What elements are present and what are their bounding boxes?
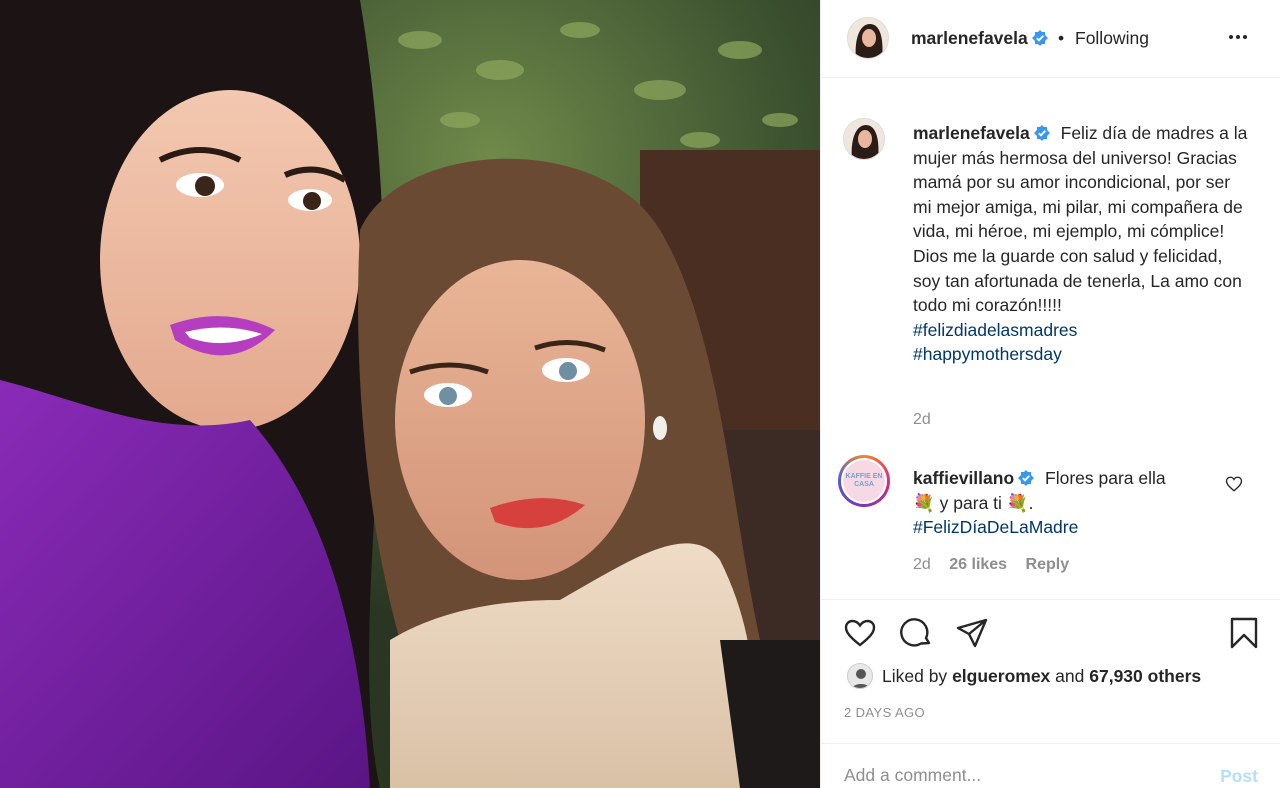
heart-icon[interactable] bbox=[843, 616, 877, 650]
author-avatar[interactable] bbox=[847, 17, 889, 59]
comment-icon[interactable] bbox=[899, 616, 933, 650]
comments-list: marlenefavela Feliz día de madres a la m… bbox=[821, 79, 1280, 599]
more-options-icon[interactable] bbox=[1227, 26, 1255, 48]
comment-like-heart-icon[interactable] bbox=[1225, 475, 1243, 493]
author-username-text[interactable]: marlenefavela bbox=[911, 28, 1028, 48]
comment-likes-count[interactable]: 26 likes bbox=[949, 556, 1007, 573]
likes-and: and bbox=[1055, 666, 1085, 686]
liker-username[interactable]: elgueromex bbox=[952, 666, 1050, 686]
following-button[interactable]: Following bbox=[1075, 28, 1149, 49]
commenter-username-text[interactable]: kaffievillano bbox=[913, 468, 1014, 488]
comment-text-part: Flores para ella bbox=[1045, 468, 1166, 488]
share-icon[interactable] bbox=[955, 616, 989, 650]
likes-prefix: Liked by bbox=[882, 666, 948, 686]
caption-text-block: marlenefavela Feliz día de madres a la m… bbox=[913, 121, 1253, 367]
bouquet-emoji-icon: 💐 bbox=[1006, 492, 1029, 513]
hashtag-link[interactable]: #FelizDíaDeLaMadre bbox=[913, 515, 1253, 540]
likes-others-count[interactable]: 67,930 others bbox=[1089, 666, 1201, 686]
bookmark-icon[interactable] bbox=[1227, 616, 1261, 650]
comment-reply-button[interactable]: Reply bbox=[1026, 556, 1070, 573]
comment-meta: 2d 26 likes Reply bbox=[913, 556, 1069, 574]
post-comment-button[interactable]: Post bbox=[1220, 766, 1258, 787]
caption-username[interactable]: marlenefavela bbox=[913, 123, 1050, 143]
likes-summary: Liked by elgueromex and 67,930 others bbox=[882, 666, 1201, 687]
author-username[interactable]: marlenefavela bbox=[911, 28, 1048, 49]
verified-badge-icon bbox=[1031, 30, 1048, 46]
post-header: marlenefavela • Following bbox=[821, 0, 1280, 78]
post-timestamp[interactable]: 2 DAYS AGO bbox=[844, 705, 925, 720]
commenter-avatar-text: KAFFIE EN CASA bbox=[843, 460, 885, 502]
caption-username-text[interactable]: marlenefavela bbox=[913, 123, 1030, 143]
commenter-avatar[interactable]: KAFFIE EN CASA bbox=[838, 455, 890, 507]
comment-text-block: kaffievillano Flores para ella 💐 y para … bbox=[913, 466, 1253, 540]
comment-time[interactable]: 2d bbox=[913, 556, 931, 573]
follow-separator: • bbox=[1058, 28, 1065, 48]
hashtag-link[interactable]: #felizdiadelasmadres bbox=[913, 318, 1253, 343]
post-photo-illustration bbox=[0, 0, 820, 788]
hashtag-link[interactable]: #happymothersday bbox=[913, 342, 1253, 367]
bouquet-emoji-icon: 💐 bbox=[913, 492, 935, 513]
post-photo[interactable] bbox=[0, 0, 820, 788]
caption-text: Feliz día de madres a la mujer más hermo… bbox=[913, 123, 1248, 316]
caption-author-avatar[interactable] bbox=[843, 118, 885, 160]
verified-badge-icon bbox=[1018, 470, 1035, 486]
add-comment-bar: Post bbox=[820, 743, 1280, 788]
verified-badge-icon bbox=[1033, 125, 1050, 141]
caption-time[interactable]: 2d bbox=[913, 411, 931, 429]
liker-avatar[interactable] bbox=[847, 663, 873, 689]
comment-text-part: y para ti bbox=[939, 492, 1002, 513]
add-comment-input[interactable] bbox=[844, 762, 1184, 788]
comment-text-part: . bbox=[1028, 492, 1034, 513]
commenter-username[interactable]: kaffievillano bbox=[913, 468, 1035, 488]
